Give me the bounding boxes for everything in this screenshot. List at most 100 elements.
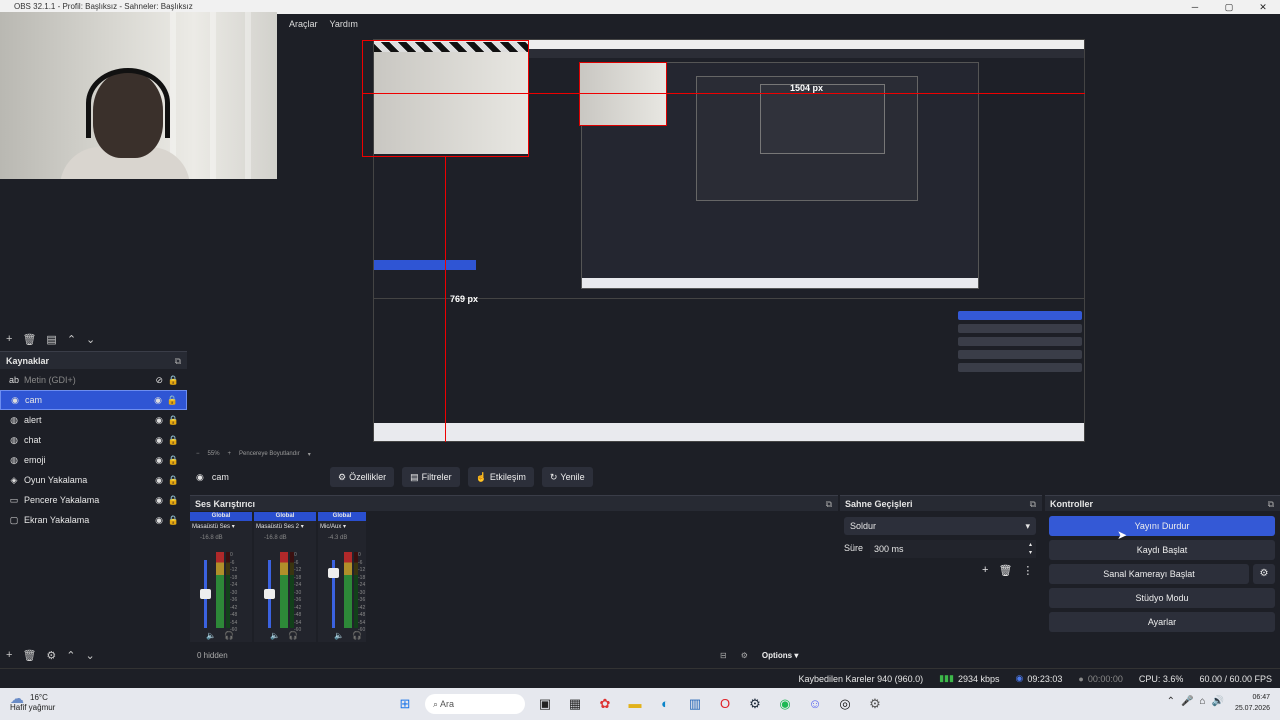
clock[interactable]: 06:47 25.07.2026 (1235, 692, 1270, 714)
source-item-chat[interactable]: ◍ chat ◉ 🔒 (0, 430, 187, 450)
volume-icon[interactable]: 🔊 (1212, 696, 1224, 707)
selection-box[interactable] (362, 40, 529, 157)
lock-icon[interactable]: 🔒 (168, 515, 179, 526)
store-icon[interactable]: ▥ (685, 694, 705, 714)
obs-icon[interactable]: ◎ (835, 694, 855, 714)
gear-icon[interactable]: ⚙ (1253, 564, 1275, 584)
volume-knob[interactable] (328, 568, 339, 579)
settings-button[interactable]: Ayarlar (1049, 612, 1275, 632)
discord-icon[interactable]: ☺ (805, 694, 825, 714)
filter-icon[interactable]: ▤ (46, 333, 56, 346)
filters-button[interactable]: ▤ Filtreler (402, 467, 460, 487)
network-icon[interactable]: ⌂ (1200, 696, 1206, 707)
close-icon[interactable]: ✕ (1246, 0, 1280, 14)
volume-knob[interactable] (264, 589, 275, 599)
undock-icon[interactable]: ⧉ (1030, 496, 1036, 512)
speaker-icon[interactable]: 🔈 (206, 631, 216, 640)
arrow-up-icon[interactable]: ⌃ (66, 649, 75, 662)
lock-icon[interactable]: 🔒 (167, 395, 178, 406)
zoom-out-icon[interactable]: − (196, 451, 200, 457)
layout-icon[interactable]: ⊟ (720, 651, 727, 660)
taskbar-search[interactable]: ⌕ Ara (425, 694, 525, 714)
menu-help[interactable]: Yardım (330, 19, 358, 29)
channel-name[interactable]: Masaüstü Ses ▾ (190, 521, 252, 533)
windows-start-icon[interactable]: ⊞ (395, 694, 415, 714)
task-view-icon[interactable]: ▦ (565, 694, 585, 714)
eye-icon[interactable]: ◉ (155, 495, 163, 506)
lock-icon[interactable]: 🔒 (168, 435, 179, 446)
settings-icon[interactable]: ⚙ (865, 694, 885, 714)
lock-icon[interactable]: 🔒 (168, 495, 179, 506)
source-item-text[interactable]: ab Metin (GDI+) ⊘ 🔒 (0, 370, 187, 390)
source-item-window-capture[interactable]: ▭ Pencere Yakalama ◉ 🔒 (0, 490, 187, 510)
eye-icon[interactable]: ◉ (155, 435, 163, 446)
controls-dock: Kontroller ⧉ Yayını Durdur Kaydı Başlat … (1045, 495, 1280, 667)
steam-icon[interactable]: ⚙ (745, 694, 765, 714)
spotify-icon[interactable]: ◉ (775, 694, 795, 714)
copilot-icon[interactable]: ✿ (595, 694, 615, 714)
add-icon[interactable]: + (6, 649, 12, 661)
opera-icon[interactable]: O (715, 694, 735, 714)
eye-icon[interactable]: ◉ (155, 415, 163, 426)
trash-icon[interactable]: 🗑 (22, 649, 36, 662)
options-button[interactable]: Options ▾ (762, 651, 798, 660)
channel-name[interactable]: Masaüstü Ses 2 ▾ (254, 521, 316, 533)
speaker-icon[interactable]: 🔈 (334, 631, 344, 640)
gear-icon[interactable]: ⚙ (741, 651, 748, 660)
hidden-eye-icon[interactable]: ⊘ (155, 375, 163, 386)
maximize-icon[interactable]: ▢ (1212, 0, 1246, 14)
source-item-emoji[interactable]: ◍ emoji ◉ 🔒 (0, 450, 187, 470)
fit-label[interactable]: Pencereye Boyutlandır (239, 451, 300, 457)
eye-icon[interactable]: ◉ (155, 515, 163, 526)
headphones-icon[interactable]: 🎧 (224, 631, 234, 640)
eye-icon[interactable]: ◉ (155, 455, 163, 466)
trash-icon[interactable]: 🗑 (998, 564, 1012, 577)
source-item-display-capture[interactable]: ▢ Ekran Yakalama ◉ 🔒 (0, 510, 187, 530)
headphones-icon[interactable]: 🎧 (352, 631, 362, 640)
lock-icon[interactable]: 🔒 (168, 455, 179, 466)
chevron-down-icon[interactable]: ▾ (308, 451, 311, 458)
undock-icon[interactable]: ⧉ (175, 352, 181, 370)
lock-icon[interactable]: 🔒 (168, 375, 179, 386)
widgets-icon[interactable]: ▣ (535, 694, 555, 714)
source-item-game-capture[interactable]: ◈ Oyun Yakalama ◉ 🔒 (0, 470, 187, 490)
properties-button[interactable]: ⚙ Özellikler (330, 467, 395, 487)
start-virtual-camera-button[interactable]: Sanal Kamerayı Başlat (1049, 564, 1249, 584)
source-item-cam[interactable]: ◉ cam ◉ 🔒 (0, 390, 187, 410)
lock-icon[interactable]: 🔒 (168, 415, 179, 426)
start-recording-button[interactable]: Kaydı Başlat (1049, 540, 1275, 560)
add-icon[interactable]: + (982, 564, 988, 577)
eye-icon[interactable]: ◉ (154, 395, 162, 406)
minimize-icon[interactable]: ─ (1178, 0, 1212, 14)
source-item-alert[interactable]: ◍ alert ◉ 🔒 (0, 410, 187, 430)
stop-streaming-button[interactable]: Yayını Durdur (1049, 516, 1275, 536)
mic-icon[interactable]: 🎤 (1181, 696, 1193, 707)
eye-icon[interactable]: ◉ (155, 475, 163, 486)
undock-icon[interactable]: ⧉ (1268, 496, 1274, 512)
transition-select[interactable]: Soldur ▾ (844, 517, 1036, 535)
spinner-icon[interactable]: ▴ ▾ (1029, 541, 1032, 557)
duration-input[interactable]: 300 ms ▴ ▾ (870, 540, 1036, 558)
edge-icon[interactable]: ◐ (655, 694, 675, 714)
arrow-up-icon[interactable]: ⌃ (67, 333, 76, 346)
file-explorer-icon[interactable]: ▬ (625, 694, 645, 714)
lock-icon[interactable]: 🔒 (168, 475, 179, 486)
add-icon[interactable]: + (6, 333, 12, 345)
headphones-icon[interactable]: 🎧 (288, 631, 298, 640)
interact-button[interactable]: ☝ Etkileşim (467, 467, 534, 487)
gear-icon[interactable]: ⚙ (46, 649, 56, 662)
undock-icon[interactable]: ⧉ (826, 496, 832, 512)
menu-tools[interactable]: Araçlar (289, 19, 318, 29)
chevron-up-icon[interactable]: ⌃ (1167, 696, 1175, 707)
arrow-down-icon[interactable]: ⌄ (86, 649, 95, 662)
more-icon[interactable]: ⋮ (1022, 564, 1033, 577)
arrow-down-icon[interactable]: ⌄ (86, 333, 95, 346)
weather-widget[interactable]: ☁ 16°C Hafif yağmur (10, 691, 55, 713)
speaker-icon[interactable]: 🔈 (270, 631, 280, 640)
refresh-button[interactable]: ↻ Yenile (541, 467, 593, 487)
zoom-in-icon[interactable]: + (228, 451, 232, 457)
trash-icon[interactable]: 🗑 (22, 333, 36, 346)
volume-knob[interactable] (200, 589, 211, 599)
channel-name[interactable]: Mic/Aux ▾ (318, 521, 366, 533)
studio-mode-button[interactable]: Stüdyo Modu (1049, 588, 1275, 608)
